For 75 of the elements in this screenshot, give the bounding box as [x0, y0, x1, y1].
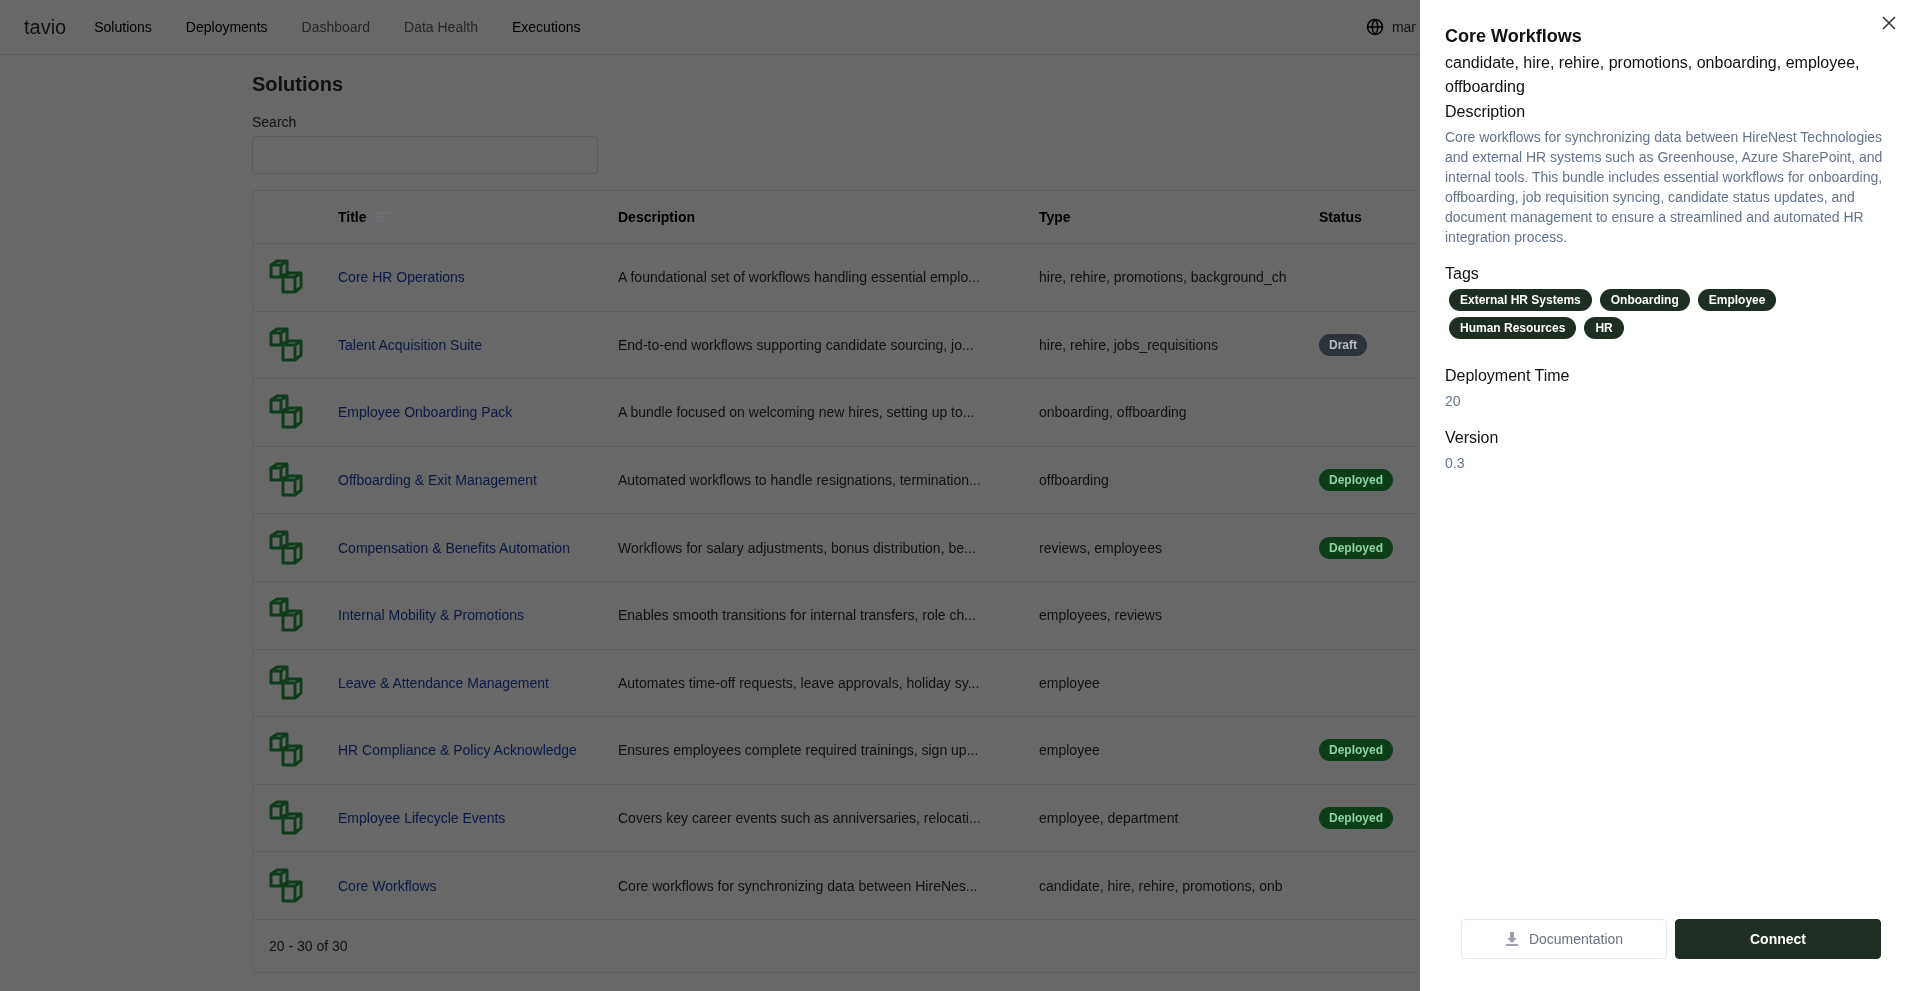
description-cell: End-to-end workflows supporting candidate sourcing, jo... — [618, 336, 974, 353]
solution-link[interactable]: Leave & Attendance Management — [338, 674, 549, 691]
user-name[interactable]: mar — [1391, 19, 1416, 35]
status-badge: Deployed — [1319, 536, 1393, 559]
download-icon — [1504, 932, 1519, 946]
solution-link[interactable]: Employee Lifecycle Events — [338, 810, 506, 827]
nav-link[interactable]: Executions — [512, 19, 581, 35]
status-badge: Deployed — [1319, 807, 1393, 830]
section-heading: Version — [1445, 429, 1500, 447]
cubes-icon — [269, 867, 305, 904]
cubes-icon — [269, 732, 305, 769]
description-cell: Covers key career events such as anniversaries, relocati... — [618, 810, 981, 827]
cubes-icon — [269, 462, 305, 499]
solution-link[interactable]: HR Compliance & Policy Acknowledge — [338, 742, 577, 759]
cubes-icon — [269, 664, 305, 701]
status-badge: Deployed — [1319, 739, 1393, 762]
column-header[interactable]: Title — [338, 209, 391, 225]
type-cell: reviews, employees — [1039, 539, 1162, 556]
section-text: 20 — [1445, 392, 1462, 411]
solution-link[interactable]: Talent Acquisition Suite — [338, 336, 482, 353]
section-text: Core workflows for synchronizing data between HireNest Technologies and external HR systems such as Greenhouse, Azure SharePoint, and internal tools. This bundle includes essential workflows for onboarding, offboarding, job requisition syncing, candidate status updates, and document management to ensure a streamlined and automated HR integration process. — [1445, 128, 1884, 247]
nav-link[interactable]: Solutions — [94, 19, 152, 35]
documentation-button[interactable]: Documentation — [1461, 919, 1667, 959]
cubes-icon — [269, 597, 305, 634]
tag: Employee — [1697, 289, 1777, 311]
tag: Human Resources — [1449, 317, 1577, 339]
tag: HR — [1584, 317, 1624, 339]
type-cell: employee — [1039, 674, 1100, 691]
type-cell: candidate, hire, rehire, promotions, onb — [1039, 877, 1283, 894]
type-cell: offboarding — [1039, 472, 1109, 489]
tag: Onboarding — [1599, 289, 1690, 311]
solution-link[interactable]: Offboarding & Exit Management — [338, 472, 537, 489]
logo[interactable]: tavio — [24, 15, 67, 39]
cubes-icon — [269, 394, 305, 431]
section-heading: Tags — [1445, 265, 1480, 283]
column-header[interactable]: Description — [618, 209, 695, 225]
solution-link[interactable]: Core Workflows — [338, 877, 437, 894]
globe-icon[interactable] — [1365, 18, 1384, 36]
description-cell: Automates time-off requests, leave approvals, holiday sy... — [618, 674, 980, 691]
type-cell: employee — [1039, 742, 1100, 759]
tag: External HR Systems — [1449, 289, 1592, 311]
status-badge: Draft — [1319, 333, 1367, 356]
description-cell: A bundle focused on welcoming new hires, setting up to... — [618, 404, 975, 421]
pagination-text: 20 - 30 of 30 — [268, 936, 349, 956]
drawer-subtitle: candidate, hire, rehire, promotions, onboarding, employee, offboarding — [1445, 53, 1861, 97]
cubes-icon — [269, 326, 305, 363]
type-cell: hire, rehire, promotions, background_ch — [1039, 269, 1287, 286]
solution-link[interactable]: Compensation & Benefits Automation — [338, 539, 570, 556]
cubes-icon — [269, 529, 305, 566]
description-cell: Automated workflows to handle resignations, termination... — [618, 472, 981, 489]
search-label: Search — [252, 114, 297, 130]
description-cell: Workflows for salary adjustments, bonus distribution, be... — [618, 539, 976, 556]
type-cell: employees, reviews — [1039, 607, 1162, 624]
description-cell: Enables smooth transitions for internal transfers, role ch... — [618, 607, 976, 624]
type-cell: hire, rehire, jobs_requisitions — [1039, 336, 1218, 353]
description-cell: Ensures employees complete required trainings, sign up... — [618, 742, 979, 759]
section-heading: Deployment Time — [1445, 367, 1571, 385]
section-text: 0.3 — [1445, 454, 1466, 473]
column-header[interactable]: Status — [1319, 209, 1362, 225]
section-heading: Description — [1445, 103, 1527, 121]
drawer-title: Core Workflows — [1445, 26, 1583, 47]
solution-link[interactable]: Core HR Operations — [338, 269, 465, 286]
description-cell: Core workflows for synchronizing data between HireNes... — [618, 877, 978, 894]
solution-link[interactable]: Internal Mobility & Promotions — [338, 607, 524, 624]
type-cell: employee, department — [1039, 810, 1179, 827]
page-title: Solutions — [252, 73, 344, 96]
status-badge: Deployed — [1319, 469, 1393, 492]
cubes-icon — [269, 800, 305, 837]
solution-link[interactable]: Employee Onboarding Pack — [338, 404, 513, 421]
connect-button[interactable]: Connect — [1675, 919, 1881, 959]
description-cell: A foundational set of workflows handling essential emplo... — [618, 269, 980, 286]
cubes-icon — [269, 259, 305, 296]
nav-link[interactable]: Deployments — [185, 19, 268, 35]
column-header[interactable]: Type — [1039, 209, 1071, 225]
type-cell: onboarding, offboarding — [1039, 404, 1187, 421]
